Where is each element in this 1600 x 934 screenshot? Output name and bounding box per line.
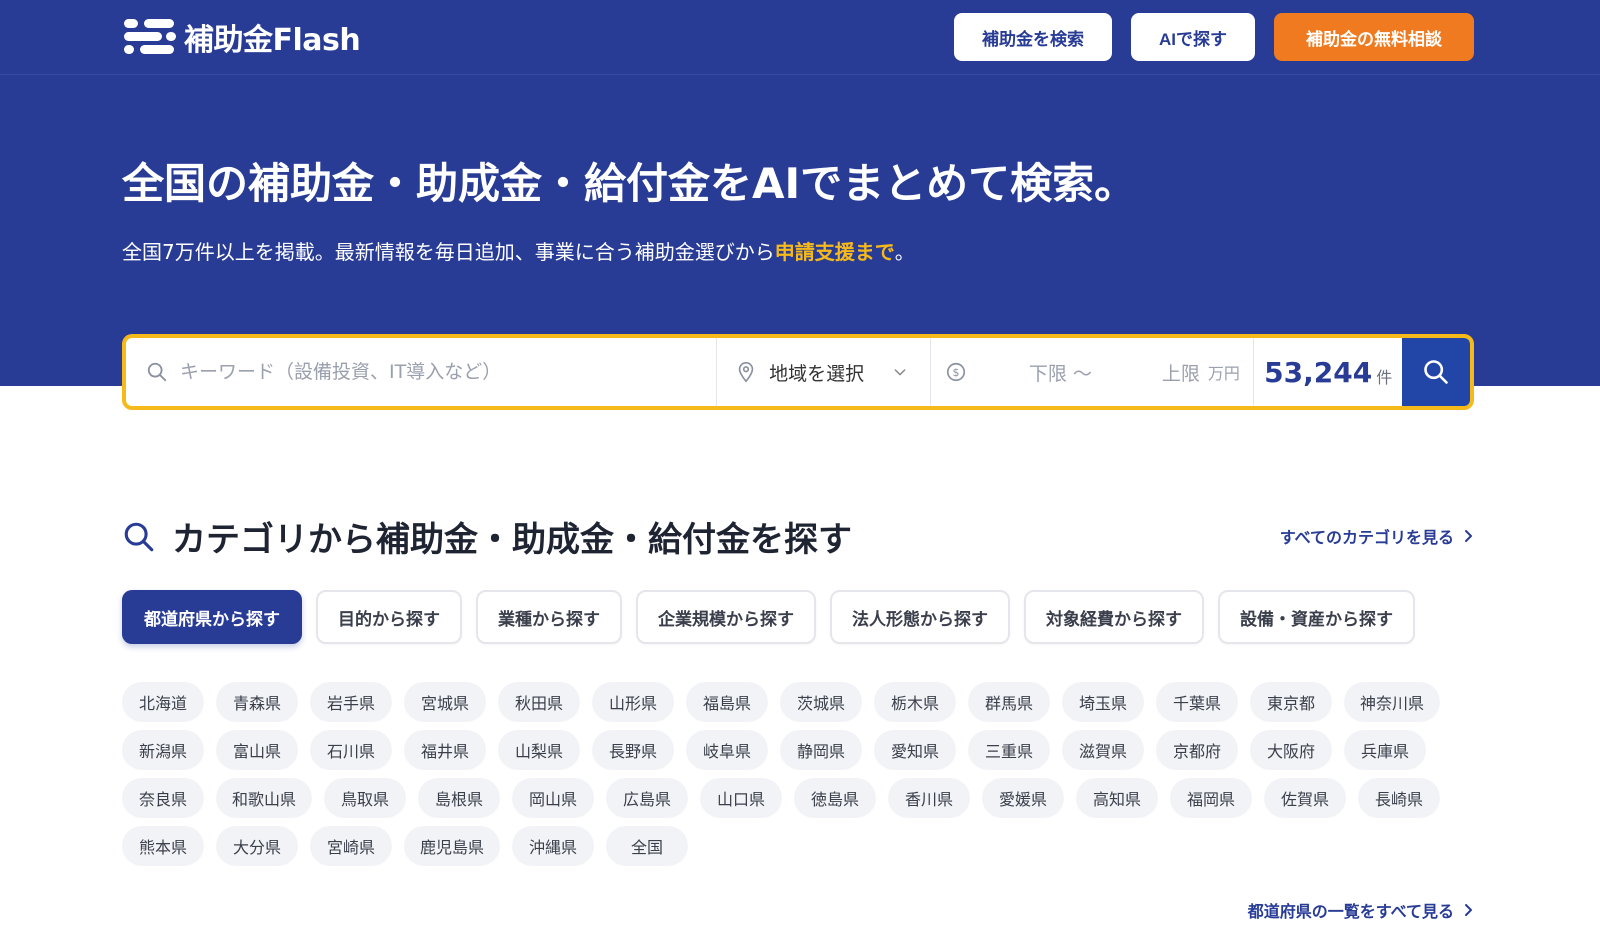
amount-range: $ 下限 〜 上限 万円 — [931, 338, 1255, 406]
prefecture-chip[interactable]: 富山県 — [216, 730, 298, 770]
amount-max-input[interactable]: 上限 — [1162, 359, 1200, 386]
tab-category-4[interactable]: 法人形態から探す — [830, 590, 1010, 644]
header-divider — [0, 74, 1600, 75]
search-icon — [124, 522, 154, 551]
category-section-header: カテゴリから補助金・助成金・給付金を探す — [122, 512, 852, 561]
site-logo[interactable]: 補助金Flash — [124, 16, 361, 58]
see-all-prefectures-label: 都道府県の一覧をすべて見る — [1247, 902, 1454, 921]
prefecture-chip[interactable]: 鳥取県 — [324, 778, 407, 818]
category-tabs: 都道府県から探す 目的から探す 業種から探す 企業規模から探す 法人形態から探す 対象経費… — [122, 590, 1415, 644]
tab-category-6[interactable]: 設備・資産から探す — [1218, 590, 1415, 644]
keyword-segment — [126, 338, 718, 406]
prefecture-chip[interactable]: 香川県 — [888, 778, 971, 818]
nav-ai-button[interactable]: AIで探す — [1131, 13, 1255, 61]
prefecture-chip[interactable]: 佐賀県 — [1264, 778, 1347, 818]
prefecture-chip[interactable]: 山口県 — [700, 778, 783, 818]
prefecture-chip[interactable]: 石川県 — [310, 730, 392, 770]
prefecture-chip[interactable]: 大分県 — [216, 826, 298, 866]
chevron-right-icon — [1465, 904, 1472, 916]
nav-search-button[interactable]: 補助金を検索 — [954, 13, 1112, 61]
hero-title: 全国の補助金・助成金・給付金をAIでまとめて検索。 — [122, 159, 1137, 208]
prefecture-list: 北海道 青森県 岩手県 宮城県 秋田県 山形県 福島県 茨城県 栃木県 群馬県 埼玉県 千葉県 東京都神… — [122, 682, 1462, 866]
prefecture-chip[interactable]: 徳島県 — [794, 778, 877, 818]
prefecture-chip[interactable]: 三重県 — [968, 730, 1050, 770]
prefecture-chip[interactable]: 秋田県 — [498, 682, 580, 722]
amount-unit: 万円 — [1207, 364, 1240, 383]
prefecture-chip[interactable]: 神奈川県 — [1344, 682, 1441, 722]
prefecture-chip[interactable]: 大阪府 — [1250, 730, 1332, 770]
hero-subtitle-end: 。 — [894, 240, 915, 264]
see-all-prefectures-link[interactable]: 都道府県の一覧をすべて見る — [1248, 898, 1474, 922]
region-select[interactable]: 地域を選択 — [717, 338, 931, 406]
prefecture-chip[interactable]: 福岡県 — [1170, 778, 1253, 818]
nav-consult-button[interactable]: 補助金の無料相談 — [1274, 13, 1474, 61]
see-all-categories-label: すべてのカテゴリを見る — [1279, 528, 1454, 547]
prefecture-chip[interactable]: 滋賀県 — [1062, 730, 1144, 770]
prefecture-chip[interactable]: 千葉県 — [1156, 682, 1238, 722]
prefecture-chip[interactable]: 青森県 — [216, 682, 298, 722]
tab-category-0[interactable]: 都道府県から探す — [122, 590, 302, 644]
hero-subtitle-main: 全国7万件以上を掲載。最新情報を毎日追加、事業に合う補助金選びから — [122, 240, 775, 264]
prefecture-chip[interactable]: 沖縄県 — [512, 826, 595, 866]
prefecture-chip[interactable]: 和歌山県 — [216, 778, 313, 818]
prefecture-chip[interactable]: 高知県 — [1076, 778, 1159, 818]
chevron-down-icon — [894, 369, 906, 376]
prefecture-chip[interactable]: 埼玉県 — [1062, 682, 1144, 722]
result-count-number: 53,244 — [1264, 355, 1373, 389]
see-all-categories-link[interactable]: すべてのカテゴリを見る — [1280, 524, 1474, 548]
category-section-title: カテゴリから補助金・助成金・給付金を探す — [172, 520, 852, 560]
keyword-input[interactable] — [180, 361, 680, 383]
prefecture-chip[interactable]: 全国 — [606, 826, 689, 866]
prefecture-chip[interactable]: 福井県 — [404, 730, 486, 770]
prefecture-chip[interactable]: 愛知県 — [874, 730, 956, 770]
tab-category-2[interactable]: 業種から探す — [476, 590, 622, 644]
prefecture-chip[interactable]: 栃木県 — [874, 682, 956, 722]
result-count-unit: 件 — [1376, 368, 1393, 387]
prefecture-chip[interactable]: 宮崎県 — [310, 826, 392, 866]
search-submit-button[interactable] — [1402, 338, 1470, 406]
prefecture-chip[interactable]: 長崎県 — [1358, 778, 1441, 818]
prefecture-chip[interactable]: 福島県 — [686, 682, 768, 722]
logo-icon — [124, 17, 178, 57]
search-icon — [147, 362, 167, 382]
prefecture-chip[interactable]: 鹿児島県 — [404, 826, 501, 866]
prefecture-chip[interactable]: 北海道 — [122, 682, 204, 722]
prefecture-chip[interactable]: 山形県 — [592, 682, 674, 722]
prefecture-chip[interactable]: 岐阜県 — [686, 730, 768, 770]
prefecture-chip[interactable]: 兵庫県 — [1344, 730, 1426, 770]
prefecture-chip[interactable]: 宮城県 — [404, 682, 486, 722]
prefecture-chip[interactable]: 岡山県 — [512, 778, 595, 818]
prefecture-chip[interactable]: 群馬県 — [968, 682, 1050, 722]
prefecture-chip[interactable]: 東京都 — [1250, 682, 1332, 722]
prefecture-chip[interactable]: 愛媛県 — [982, 778, 1065, 818]
prefecture-chip[interactable]: 新潟県 — [122, 730, 204, 770]
dollar-icon: $ — [946, 362, 965, 382]
prefecture-chip[interactable]: 奈良県 — [122, 778, 204, 818]
chevron-right-icon — [1465, 530, 1472, 542]
prefecture-chip[interactable]: 長野県 — [592, 730, 674, 770]
prefecture-chip[interactable]: 岩手県 — [310, 682, 392, 722]
result-count: 53,244 件 — [1254, 338, 1402, 406]
amount-min-input[interactable]: 下限 〜 — [1029, 359, 1092, 386]
tab-category-1[interactable]: 目的から探す — [316, 590, 462, 644]
prefecture-chip[interactable]: 熊本県 — [122, 826, 204, 866]
prefecture-chip[interactable]: 広島県 — [606, 778, 689, 818]
svg-text:$: $ — [952, 366, 959, 379]
prefecture-chip[interactable]: 島根県 — [418, 778, 501, 818]
hero-subtitle-highlight: 申請支援まで — [774, 240, 895, 264]
location-pin-icon — [738, 362, 754, 383]
prefecture-chip[interactable]: 茨城県 — [780, 682, 862, 722]
prefecture-chip[interactable]: 山梨県 — [498, 730, 580, 770]
logo-text: 補助金Flash — [184, 23, 361, 58]
search-bar: 地域を選択 $ 下限 〜 上限 万円 53,244 件 — [122, 334, 1474, 410]
prefecture-chip[interactable]: 京都府 — [1156, 730, 1238, 770]
tab-category-5[interactable]: 対象経費から探す — [1024, 590, 1204, 644]
prefecture-chip[interactable]: 静岡県 — [780, 730, 862, 770]
hero-subtitle: 全国7万件以上を掲載。最新情報を毎日追加、事業に合う補助金選びから申請支援まで。 — [122, 236, 915, 265]
region-label: 地域を選択 — [769, 362, 865, 385]
tab-category-3[interactable]: 企業規模から探す — [636, 590, 816, 644]
search-icon — [1424, 360, 1448, 384]
